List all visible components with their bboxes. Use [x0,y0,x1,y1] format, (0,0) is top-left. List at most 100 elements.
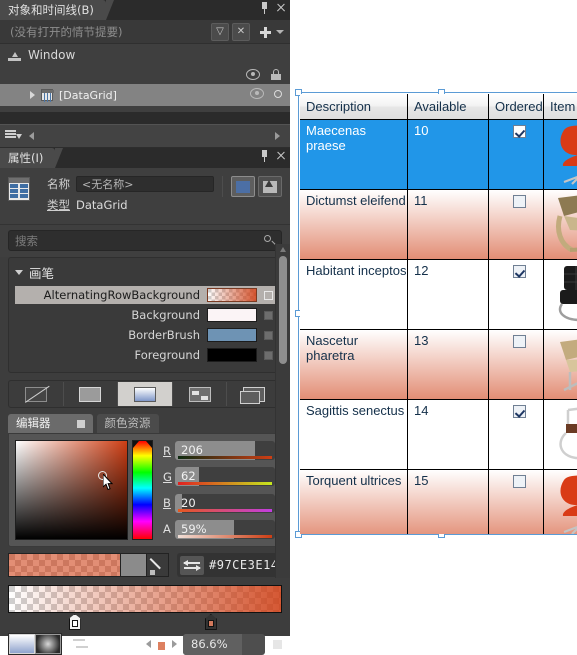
brush-row-background[interactable]: Background [15,306,275,324]
cell-ordered[interactable] [489,330,544,399]
events-icon[interactable] [258,176,282,197]
cell-description[interactable]: Maecenas praese [300,120,408,189]
datagrid[interactable]: Description Available Ordered Item Maece… [300,94,577,534]
cell-item[interactable] [544,400,577,469]
triangle-down-icon[interactable] [15,270,23,275]
cell-description[interactable]: Sagittis senectus [300,400,408,469]
close-icon[interactable] [276,151,286,161]
brush-row-alternatingrowbackground[interactable]: AlternatingRowBackground [15,286,275,304]
cell-available[interactable]: 10 [408,120,489,189]
eye-icon[interactable] [250,88,264,99]
brushes-section-header[interactable]: 画笔 [9,261,281,286]
brush-swatch[interactable] [207,288,257,302]
cell-ordered[interactable] [489,470,544,534]
brush-type-solid[interactable] [64,382,119,406]
cell-ordered[interactable] [489,120,544,189]
name-input[interactable]: <无名称> [76,176,214,192]
linear-gradient-icon[interactable] [9,634,35,654]
search-input[interactable]: 搜索 [8,230,282,251]
cell-available[interactable]: 13 [408,330,489,399]
arrow-right-icon[interactable] [172,640,177,648]
layers-icon[interactable] [5,129,22,143]
hex-field[interactable]: #97CE3E14 [177,553,282,577]
advanced-options-icon[interactable] [264,350,273,360]
tab-color-resources[interactable]: 颜色资源 [96,414,159,433]
triangle-right-icon[interactable] [30,91,35,99]
gradient-stop-icon[interactable] [155,636,168,653]
brush-type-resource[interactable] [227,382,281,406]
close-icon[interactable] [276,3,286,13]
tab-objects-timeline[interactable]: 对象和时间线(B) [0,0,114,20]
caret-down-icon[interactable] [276,29,284,34]
cell-description[interactable]: Nascetur pharetra [300,330,408,399]
cell-available[interactable]: 12 [408,260,489,329]
cell-available[interactable]: 11 [408,190,489,259]
table-row[interactable]: Nascetur pharetra 13 [300,330,577,400]
cell-item[interactable] [544,120,577,189]
gradient-offset-field[interactable]: 86.6% [183,633,265,655]
tab-properties[interactable]: 属性(I) [0,148,64,168]
table-row[interactable]: Maecenas praese 10 [300,120,577,190]
table-row[interactable]: Sagittis senectus 14 [300,400,577,470]
advanced-options-icon[interactable] [264,290,273,300]
cell-available[interactable]: 15 [408,470,489,534]
gradient-stop-end[interactable] [204,614,217,630]
checkbox-ordered[interactable] [512,405,526,418]
brush-swatch[interactable] [207,308,257,322]
column-header-item[interactable]: Item [544,94,577,119]
arrow-left-icon[interactable] [29,132,34,140]
column-header-ordered[interactable]: Ordered [489,94,544,119]
properties-scrollbar[interactable] [275,244,290,578]
tree-item-window[interactable]: Window [0,44,290,66]
table-row[interactable]: Habitant inceptos 12 [300,260,577,330]
tab-editor[interactable]: 编辑器 [8,414,93,433]
channel-slider-r[interactable]: 206 [175,441,275,460]
column-header-available[interactable]: Available [408,94,489,119]
tree-item-datagrid[interactable]: [DataGrid] [0,84,290,106]
cell-item[interactable] [544,260,577,329]
swap-colors-icon[interactable] [180,555,204,575]
cell-item[interactable] [544,470,577,534]
brush-swatch[interactable] [207,328,257,342]
table-row[interactable]: Dictumst eleifend 11 [300,190,577,260]
arrow-right-icon[interactable] [275,132,280,140]
cell-description[interactable]: Dictumst eleifend [300,190,408,259]
eye-icon[interactable] [246,69,260,80]
chevron-double-down-icon[interactable]: ▽ [211,22,229,41]
cell-description[interactable]: Torquent ultrices [300,470,408,534]
brush-type-tile[interactable] [173,382,228,406]
scroll-thumb[interactable] [279,256,287,364]
reverse-gradient-icon[interactable] [72,636,90,652]
brush-row-borderbrush[interactable]: BorderBrush [15,326,275,344]
gradient-stop-start[interactable] [68,614,81,630]
brush-type-gradient[interactable] [118,382,173,406]
eyedropper-icon[interactable] [147,553,169,577]
checkbox-ordered[interactable] [512,335,526,348]
square-icon[interactable] [273,639,282,649]
channel-slider-b[interactable]: 20 [175,493,275,513]
channel-slider-g[interactable]: 62 [175,467,275,487]
gradient-strip[interactable] [8,585,282,630]
table-row[interactable]: Torquent ultrices 15 [300,470,577,534]
circle-icon[interactable] [274,89,282,98]
pin-icon[interactable] [260,2,269,14]
channel-slider-a[interactable]: 59% [175,519,275,539]
brush-swatch[interactable] [207,348,257,362]
checkbox-ordered[interactable] [512,125,526,138]
checkbox-ordered[interactable] [512,195,526,208]
saturation-value-picker[interactable] [15,440,128,540]
brush-row-foreground[interactable]: Foreground [15,346,275,364]
properties-icon[interactable] [231,176,255,197]
column-header-description[interactable]: Description [300,94,408,119]
cell-available[interactable]: 14 [408,400,489,469]
close-x-icon[interactable]: ✕ [232,22,250,41]
lock-icon[interactable] [271,69,281,80]
checkbox-ordered[interactable] [512,265,526,278]
checkbox-ordered[interactable] [512,475,526,488]
scroll-up-arrow[interactable] [280,247,286,252]
cell-ordered[interactable] [489,400,544,469]
cell-item[interactable] [544,330,577,399]
plus-icon[interactable] [258,24,272,40]
previous-color-swatch[interactable] [121,553,147,577]
square-icon[interactable] [76,419,85,428]
